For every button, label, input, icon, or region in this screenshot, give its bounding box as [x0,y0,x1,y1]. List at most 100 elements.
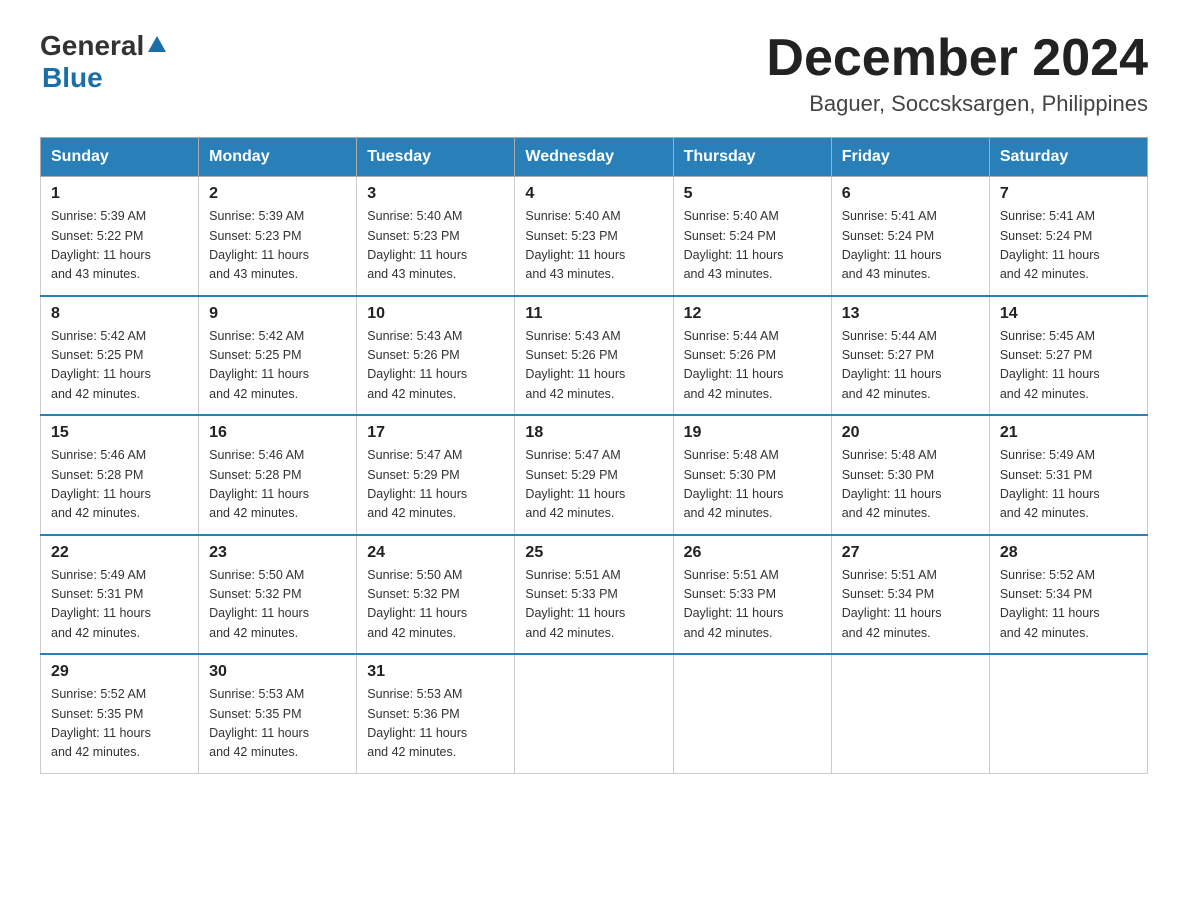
day-info: Sunrise: 5:44 AMSunset: 5:27 PMDaylight:… [842,327,979,405]
day-info: Sunrise: 5:41 AMSunset: 5:24 PMDaylight:… [842,207,979,285]
calendar-cell: 28 Sunrise: 5:52 AMSunset: 5:34 PMDayligh… [989,535,1147,655]
month-title: December 2024 [766,30,1148,87]
calendar-cell: 13 Sunrise: 5:44 AMSunset: 5:27 PMDayligh… [831,296,989,416]
day-info: Sunrise: 5:39 AMSunset: 5:23 PMDaylight:… [209,207,346,285]
day-info: Sunrise: 5:43 AMSunset: 5:26 PMDaylight:… [367,327,504,405]
day-number: 12 [684,305,821,323]
day-number: 26 [684,544,821,562]
calendar-cell: 15 Sunrise: 5:46 AMSunset: 5:28 PMDayligh… [41,415,199,535]
day-info: Sunrise: 5:40 AMSunset: 5:23 PMDaylight:… [367,207,504,285]
week-row-2: 8Sunrise: 5:42 AMSunset: 5:25 PMDaylight… [41,296,1148,416]
day-number: 18 [525,424,662,442]
week-row-4: 22 Sunrise: 5:49 AMSunset: 5:31 PMDayligh… [41,535,1148,655]
calendar-cell: 6 Sunrise: 5:41 AMSunset: 5:24 PMDaylight… [831,177,989,296]
weekday-header-friday: Friday [831,138,989,177]
day-info: Sunrise: 5:46 AMSunset: 5:28 PMDaylight:… [209,446,346,524]
day-number: 6 [842,185,979,203]
day-info: Sunrise: 5:42 AMSunset: 5:25 PMDaylight:… [209,327,346,405]
calendar-cell: 16 Sunrise: 5:46 AMSunset: 5:28 PMDayligh… [199,415,357,535]
calendar-cell: 29 Sunrise: 5:52 AMSunset: 5:35 PMDayligh… [41,654,199,773]
calendar-cell: 30Sunrise: 5:53 AMSunset: 5:35 PMDayligh… [199,654,357,773]
calendar-cell: 31 Sunrise: 5:53 AMSunset: 5:36 PMDayligh… [357,654,515,773]
day-number: 3 [367,185,504,203]
day-number: 22 [51,544,188,562]
day-number: 5 [684,185,821,203]
weekday-header-row: SundayMondayTuesdayWednesdayThursdayFrid… [41,138,1148,177]
calendar-cell: 9 Sunrise: 5:42 AMSunset: 5:25 PMDaylight… [199,296,357,416]
calendar-cell: 22 Sunrise: 5:49 AMSunset: 5:31 PMDayligh… [41,535,199,655]
day-number: 2 [209,185,346,203]
day-number: 21 [1000,424,1137,442]
title-block: December 2024 Baguer, Soccsksargen, Phil… [766,30,1148,117]
calendar-cell [831,654,989,773]
calendar-cell: 4 Sunrise: 5:40 AMSunset: 5:23 PMDaylight… [515,177,673,296]
day-number: 20 [842,424,979,442]
day-info: Sunrise: 5:40 AMSunset: 5:24 PMDaylight:… [684,207,821,285]
day-number: 24 [367,544,504,562]
page-header: General Blue December 2024 Baguer, Soccs… [40,30,1148,117]
day-number: 4 [525,185,662,203]
day-number: 1 [51,185,188,203]
day-info: Sunrise: 5:52 AMSunset: 5:35 PMDaylight:… [51,685,188,763]
day-info: Sunrise: 5:48 AMSunset: 5:30 PMDaylight:… [684,446,821,524]
day-info: Sunrise: 5:42 AMSunset: 5:25 PMDaylight:… [51,327,188,405]
weekday-header-thursday: Thursday [673,138,831,177]
day-number: 15 [51,424,188,442]
calendar-cell: 17 Sunrise: 5:47 AMSunset: 5:29 PMDayligh… [357,415,515,535]
day-number: 28 [1000,544,1137,562]
day-number: 17 [367,424,504,442]
day-info: Sunrise: 5:46 AMSunset: 5:28 PMDaylight:… [51,446,188,524]
day-number: 23 [209,544,346,562]
calendar-cell: 7Sunrise: 5:41 AMSunset: 5:24 PMDaylight… [989,177,1147,296]
calendar-cell: 5 Sunrise: 5:40 AMSunset: 5:24 PMDaylight… [673,177,831,296]
day-number: 31 [367,663,504,681]
day-info: Sunrise: 5:49 AMSunset: 5:31 PMDaylight:… [1000,446,1137,524]
day-info: Sunrise: 5:52 AMSunset: 5:34 PMDaylight:… [1000,566,1137,644]
day-info: Sunrise: 5:51 AMSunset: 5:33 PMDaylight:… [684,566,821,644]
weekday-header-wednesday: Wednesday [515,138,673,177]
day-number: 10 [367,305,504,323]
day-number: 25 [525,544,662,562]
calendar-cell: 14 Sunrise: 5:45 AMSunset: 5:27 PMDayligh… [989,296,1147,416]
day-info: Sunrise: 5:39 AMSunset: 5:22 PMDaylight:… [51,207,188,285]
calendar-cell: 11 Sunrise: 5:43 AMSunset: 5:26 PMDayligh… [515,296,673,416]
day-number: 11 [525,305,662,323]
day-number: 16 [209,424,346,442]
weekday-header-sunday: Sunday [41,138,199,177]
calendar-cell: 19 Sunrise: 5:48 AMSunset: 5:30 PMDayligh… [673,415,831,535]
day-number: 19 [684,424,821,442]
day-info: Sunrise: 5:41 AMSunset: 5:24 PMDaylight:… [1000,207,1137,285]
day-info: Sunrise: 5:47 AMSunset: 5:29 PMDaylight:… [367,446,504,524]
day-info: Sunrise: 5:49 AMSunset: 5:31 PMDaylight:… [51,566,188,644]
location-title: Baguer, Soccsksargen, Philippines [766,91,1148,117]
calendar-cell: 23 Sunrise: 5:50 AMSunset: 5:32 PMDayligh… [199,535,357,655]
day-number: 14 [1000,305,1137,323]
day-info: Sunrise: 5:47 AMSunset: 5:29 PMDaylight:… [525,446,662,524]
week-row-1: 1 Sunrise: 5:39 AMSunset: 5:22 PMDaylight… [41,177,1148,296]
day-info: Sunrise: 5:45 AMSunset: 5:27 PMDaylight:… [1000,327,1137,405]
calendar-cell: 25Sunrise: 5:51 AMSunset: 5:33 PMDayligh… [515,535,673,655]
day-info: Sunrise: 5:50 AMSunset: 5:32 PMDaylight:… [209,566,346,644]
logo: General Blue [40,30,168,94]
calendar-cell: 2 Sunrise: 5:39 AMSunset: 5:23 PMDaylight… [199,177,357,296]
day-info: Sunrise: 5:43 AMSunset: 5:26 PMDaylight:… [525,327,662,405]
calendar-cell: 12Sunrise: 5:44 AMSunset: 5:26 PMDayligh… [673,296,831,416]
logo-triangle-icon [146,34,168,56]
day-number: 29 [51,663,188,681]
calendar-cell [673,654,831,773]
day-info: Sunrise: 5:53 AMSunset: 5:36 PMDaylight:… [367,685,504,763]
day-number: 13 [842,305,979,323]
weekday-header-saturday: Saturday [989,138,1147,177]
logo-blue-text: Blue [42,62,168,94]
day-number: 9 [209,305,346,323]
day-info: Sunrise: 5:53 AMSunset: 5:35 PMDaylight:… [209,685,346,763]
calendar-cell: 10 Sunrise: 5:43 AMSunset: 5:26 PMDayligh… [357,296,515,416]
weekday-header-tuesday: Tuesday [357,138,515,177]
calendar-cell: 21 Sunrise: 5:49 AMSunset: 5:31 PMDayligh… [989,415,1147,535]
calendar-cell [989,654,1147,773]
calendar-cell: 27Sunrise: 5:51 AMSunset: 5:34 PMDayligh… [831,535,989,655]
calendar-cell: 26 Sunrise: 5:51 AMSunset: 5:33 PMDayligh… [673,535,831,655]
day-info: Sunrise: 5:40 AMSunset: 5:23 PMDaylight:… [525,207,662,285]
calendar-cell: 20Sunrise: 5:48 AMSunset: 5:30 PMDayligh… [831,415,989,535]
day-info: Sunrise: 5:50 AMSunset: 5:32 PMDaylight:… [367,566,504,644]
